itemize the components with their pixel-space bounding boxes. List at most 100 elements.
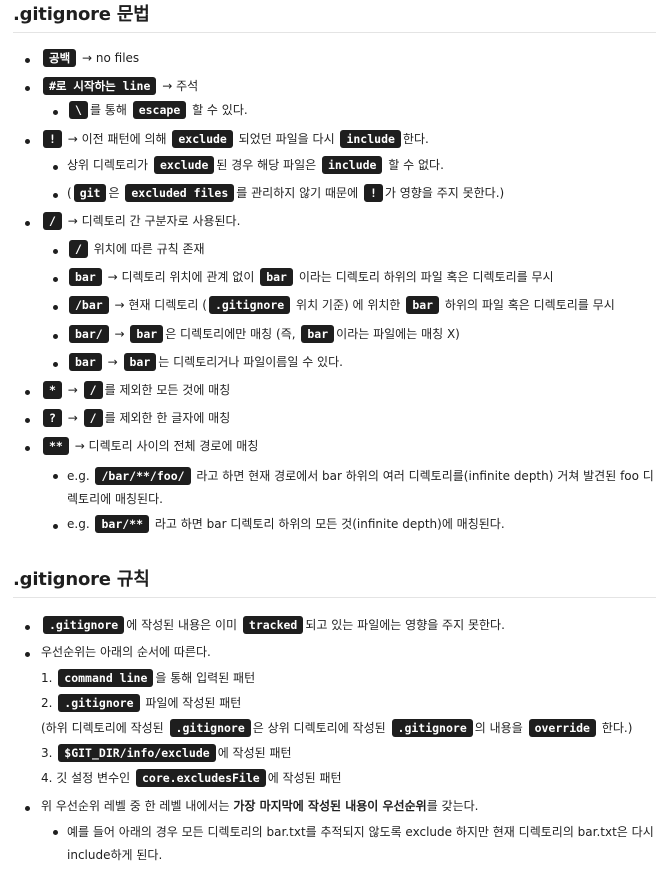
section-heading-rules: .gitignore 규칙 bbox=[13, 571, 656, 598]
code-snippet: bar/ bbox=[69, 325, 109, 343]
item-text: e.g. bbox=[67, 517, 90, 531]
item-text: 를 제외한 한 글자에 매칭 bbox=[104, 411, 231, 425]
item-text: 라고 하면 bar 디렉토리 하위의 모든 것(infinite depth)에… bbox=[154, 517, 505, 531]
item-text: → bbox=[114, 327, 125, 341]
item-number: 1. bbox=[41, 671, 53, 685]
item-text: → 디렉토리 위치에 관계 없이 bbox=[107, 270, 255, 284]
item-text: 되고 있는 파일에는 영향을 주지 못한다. bbox=[305, 618, 505, 632]
list-item-slash-position: / 위치에 따른 규칙 존재 bbox=[13, 240, 656, 268]
code-snippet: / bbox=[69, 240, 88, 258]
ordered-item-2: 2. .gitignore 파일에 작성된 패턴 bbox=[13, 694, 656, 719]
list-item-last-wins: 위 우선순위 레벨 중 한 레벨 내에서는 가장 마지막에 작성된 내용이 우선… bbox=[13, 797, 656, 821]
ordered-item-3: 3. $GIT_DIR/info/exclude 에 작성된 패턴 bbox=[13, 744, 656, 769]
item-text: 예를 들어 아래의 경우 모든 디렉토리의 bar.txt를 추적되지 않도록 … bbox=[67, 825, 654, 862]
code-snippet: ! bbox=[363, 184, 383, 202]
list-item-escape: \ 를 통해 escape 할 수 있다. bbox=[13, 101, 656, 130]
code-snippet: command line bbox=[58, 669, 154, 687]
item-text: 위치에 따른 규칙 존재 bbox=[93, 242, 205, 256]
item-text: 는 디렉토리거나 파일이름일 수 있다. bbox=[158, 355, 343, 369]
item-text: 깃 설정 변수인 bbox=[56, 771, 131, 785]
code-snippet: ! bbox=[43, 130, 62, 148]
rules-list: .gitignore 에 작성된 내용은 이미 tracked 되고 있는 파일에는… bbox=[13, 616, 656, 669]
item-text: 를 갖는다. bbox=[426, 799, 479, 813]
ordered-item-2-note: (하위 디렉토리에 작성된 .gitignore 은 상위 디렉토리에 작성된 .… bbox=[13, 719, 656, 744]
item-text: 위치 기준) 에 위치한 bbox=[296, 298, 401, 312]
item-text: 은 상위 디렉토리에 작성된 bbox=[252, 721, 386, 735]
code-snippet: exclude bbox=[172, 130, 233, 148]
item-text: 가 영향을 주지 못한다.) bbox=[384, 186, 505, 200]
list-item-example-foo: e.g. /bar/**/foo/ 라고 하면 현재 경로에서 bar 하위의 … bbox=[13, 465, 656, 515]
list-item-blank: 공백 → no files bbox=[13, 49, 656, 77]
code-snippet: .gitignore bbox=[43, 616, 125, 634]
item-text: 할 수 없다. bbox=[388, 158, 444, 172]
code-snippet: escape bbox=[132, 101, 187, 119]
item-text: 에 작성된 패턴 bbox=[267, 771, 342, 785]
item-text: 된 경우 해당 파일은 bbox=[216, 158, 317, 172]
item-text: 이라는 디렉토리 하위의 파일 혹은 디렉토리를 무시 bbox=[298, 270, 554, 284]
item-text: → bbox=[67, 383, 78, 397]
ordered-item-1: 1. command line 을 통해 입력된 패턴 bbox=[13, 669, 656, 694]
item-text: 하위의 파일 혹은 디렉토리를 무시 bbox=[444, 298, 615, 312]
code-snippet: #로 시작하는 line bbox=[43, 77, 157, 95]
list-item-star: * → / 를 제외한 모든 것에 매칭 bbox=[13, 381, 656, 409]
item-text: → 주석 bbox=[162, 79, 199, 93]
item-text: 은 디렉토리에만 매칭 (즉, bbox=[165, 327, 296, 341]
item-text: → bbox=[107, 355, 118, 369]
item-text: (하위 디렉토리에 작성된 bbox=[41, 721, 164, 735]
ordered-item-4: 4. 깃 설정 변수인 core.excludesFile 에 작성된 패턴 bbox=[13, 769, 656, 797]
item-number: 3. bbox=[41, 746, 53, 760]
list-item-example-bar-txt: 예를 들어 아래의 경우 모든 디렉토리의 bar.txt를 추적되지 않도록 … bbox=[13, 821, 656, 867]
code-snippet: bar bbox=[123, 353, 157, 371]
section-heading-syntax: .gitignore 문법 bbox=[13, 0, 656, 33]
syntax-list: 공백 → no files #로 시작하는 line → 주석 \ 를 통해 es… bbox=[13, 49, 656, 543]
code-snippet: bar/** bbox=[95, 515, 150, 533]
code-snippet: .gitignore bbox=[391, 719, 473, 737]
item-text: 를 통해 bbox=[89, 103, 127, 117]
item-text: ( bbox=[67, 186, 72, 200]
code-snippet: bar bbox=[69, 268, 102, 286]
code-snippet: bar bbox=[301, 325, 335, 343]
list-item-git-note: (git 은 excluded files 를 관리하지 않기 때문에 ! 가 영향을… bbox=[13, 184, 656, 212]
item-text: 을 통해 입력된 패턴 bbox=[155, 671, 256, 685]
code-snippet: bar bbox=[130, 325, 164, 343]
code-snippet: ? bbox=[43, 409, 62, 427]
code-snippet: bar bbox=[406, 296, 440, 314]
item-text: 의 내용을 bbox=[474, 721, 523, 735]
item-text: 위 우선순위 레벨 중 한 레벨 내에서는 bbox=[41, 799, 230, 813]
item-text: 에 작성된 패턴 bbox=[217, 746, 292, 760]
list-item-priority: 우선순위는 아래의 순서에 따른다. bbox=[13, 643, 656, 669]
item-text: 한다.) bbox=[601, 721, 633, 735]
item-text: 한다. bbox=[402, 132, 429, 146]
item-text: 은 bbox=[108, 186, 120, 200]
code-snippet: include bbox=[322, 156, 383, 174]
document-page: .gitignore 문법 공백 → no files #로 시작하는 line… bbox=[0, 0, 668, 867]
item-text: → 디렉토리 간 구분자로 사용된다. bbox=[67, 214, 241, 228]
item-text: 되었던 파일을 다시 bbox=[238, 132, 335, 146]
emphasis-text: 가장 마지막에 작성된 내용이 우선순위 bbox=[233, 799, 427, 813]
code-snippet: / bbox=[83, 409, 103, 427]
code-snippet: 공백 bbox=[43, 49, 77, 67]
list-item-bar-dir: bar/ → bar 은 디렉토리에만 매칭 (즉, bar 이라는 파일에는 매칭… bbox=[13, 325, 656, 353]
list-item-example-bar: e.g. bar/** 라고 하면 bar 디렉토리 하위의 모든 것(infi… bbox=[13, 515, 656, 543]
code-snippet: / bbox=[43, 212, 62, 230]
item-number: 2. bbox=[41, 696, 53, 710]
item-text: → 이전 패턴에 의해 bbox=[67, 132, 167, 146]
item-number: 4. bbox=[41, 771, 53, 785]
list-item-slash: / → 디렉토리 간 구분자로 사용된다. bbox=[13, 212, 656, 240]
code-snippet: core.excludesFile bbox=[135, 769, 266, 787]
list-item-bar: bar → 디렉토리 위치에 관계 없이 bar 이라는 디렉토리 하위의 파일… bbox=[13, 268, 656, 296]
item-text: 파일에 작성된 패턴 bbox=[145, 696, 242, 710]
list-item-parent-excluded: 상위 디렉토리가 exclude 된 경우 해당 파일은 include 할 수 … bbox=[13, 156, 656, 184]
code-snippet: .gitignore bbox=[58, 694, 140, 712]
list-item-root-bar: /bar → 현재 디렉토리 (.gitignore 위치 기준) 에 위치한 … bbox=[13, 296, 656, 325]
item-text: 를 제외한 모든 것에 매칭 bbox=[104, 383, 231, 397]
item-text: → 디렉토리 사이의 전체 경로에 매칭 bbox=[74, 439, 259, 453]
code-snippet: bar bbox=[69, 353, 102, 371]
code-snippet: $GIT_DIR/info/exclude bbox=[58, 744, 216, 762]
item-text: 할 수 있다. bbox=[192, 103, 248, 117]
item-text: 우선순위는 아래의 순서에 따른다. bbox=[41, 645, 211, 659]
code-snippet: override bbox=[528, 719, 596, 737]
list-item-negation: ! → 이전 패턴에 의해 exclude 되었던 파일을 다시 include… bbox=[13, 130, 656, 156]
code-snippet: \ bbox=[69, 101, 88, 119]
code-snippet: exclude bbox=[153, 156, 215, 174]
